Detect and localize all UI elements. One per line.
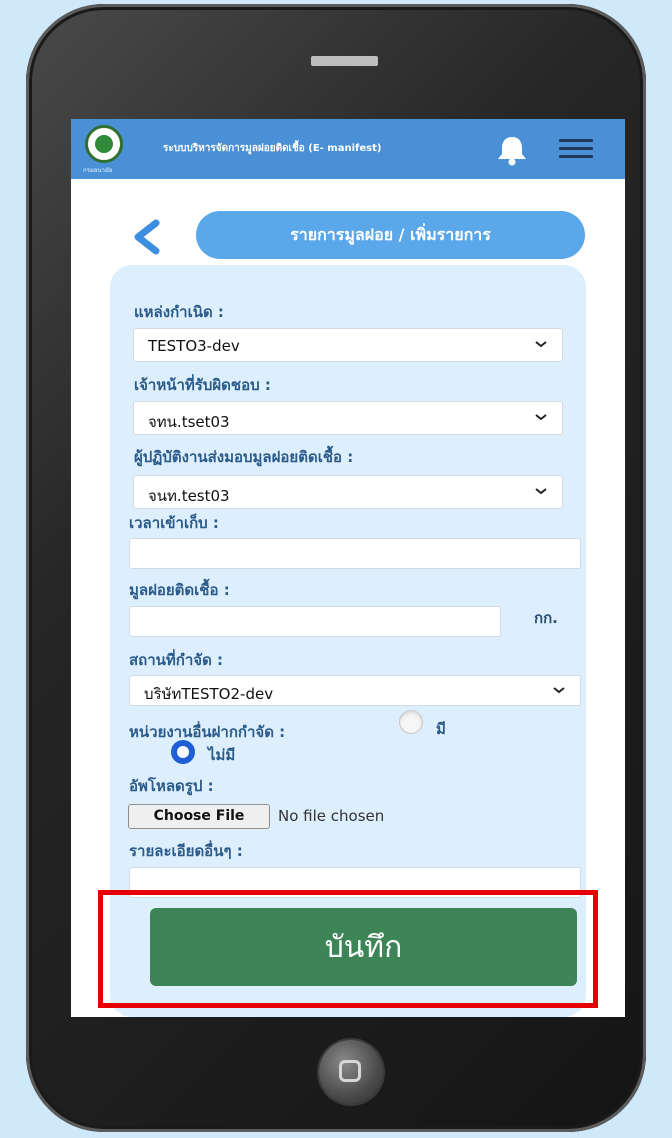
chevron-down-icon xyxy=(535,488,547,495)
highlight-box xyxy=(98,890,598,1008)
hamburger-menu-icon[interactable] xyxy=(559,139,593,161)
officer-select[interactable]: จทน.tset03 xyxy=(133,401,563,435)
app-title: ระบบบริหารจัดการมูลฝอยติดเชื้อ (E- manif… xyxy=(163,143,382,154)
collect-time-input[interactable] xyxy=(129,538,581,569)
waste-label: มูลฝอยติดเชื้อ : xyxy=(129,581,230,599)
radio-yes[interactable] xyxy=(399,710,423,734)
chevron-down-icon xyxy=(535,341,547,348)
upload-label: อัพโหลดรูป : xyxy=(129,777,214,795)
disposal-label: สถานที่กำจัด : xyxy=(129,651,224,669)
waste-weight-input[interactable] xyxy=(129,606,501,637)
disposal-value: บริษัทTESTO2-dev xyxy=(144,685,274,703)
collect-time-label: เวลาเข้าเก็บ : xyxy=(129,514,219,532)
details-label: รายละเอียดอื่นๆ : xyxy=(129,842,243,860)
radio-yes-label: มี xyxy=(436,720,446,738)
radio-no-label: ไม่มี xyxy=(208,746,236,764)
logo-caption: กรมอนามัย xyxy=(83,167,113,174)
disposal-select[interactable]: บริษัทTESTO2-dev xyxy=(129,675,581,706)
chevron-down-icon xyxy=(553,687,565,694)
deliverer-value: จนท.test03 xyxy=(148,487,230,505)
file-status: No file chosen xyxy=(278,807,385,825)
app-screen: กรมอนามัย ระบบบริหารจัดการมูลฝอยติดเชื้อ… xyxy=(71,119,625,1017)
deliverer-select[interactable]: จนท.test03 xyxy=(133,475,563,509)
choose-file-button[interactable]: Choose File xyxy=(128,804,270,829)
chevron-down-icon xyxy=(535,414,547,421)
phone-speaker xyxy=(311,56,378,66)
weight-unit: กก. xyxy=(534,609,558,627)
other-agency-label: หน่วยงานอื่นฝากกำจัด : xyxy=(129,723,286,741)
bell-icon[interactable] xyxy=(493,134,531,166)
deliverer-label: ผู้ปฏิบัติงานส่งมอบมูลฝอยติดเชื้อ : xyxy=(134,448,354,466)
page-title: รายการมูลฝอย / เพิ่มรายการ xyxy=(196,211,585,259)
source-label: แหล่งกำเนิด : xyxy=(134,303,224,321)
source-value: TESTO3-dev xyxy=(148,337,240,355)
ministry-logo xyxy=(85,125,123,163)
home-button[interactable] xyxy=(319,1040,383,1104)
officer-label: เจ้าหน้าที่รับผิดชอบ : xyxy=(134,376,271,394)
officer-value: จทน.tset03 xyxy=(148,413,230,431)
app-header: กรมอนามัย ระบบบริหารจัดการมูลฝอยติดเชื้อ… xyxy=(71,119,625,179)
back-arrow-icon[interactable] xyxy=(129,217,163,257)
source-select[interactable]: TESTO3-dev xyxy=(133,328,563,362)
radio-no[interactable] xyxy=(171,740,195,764)
